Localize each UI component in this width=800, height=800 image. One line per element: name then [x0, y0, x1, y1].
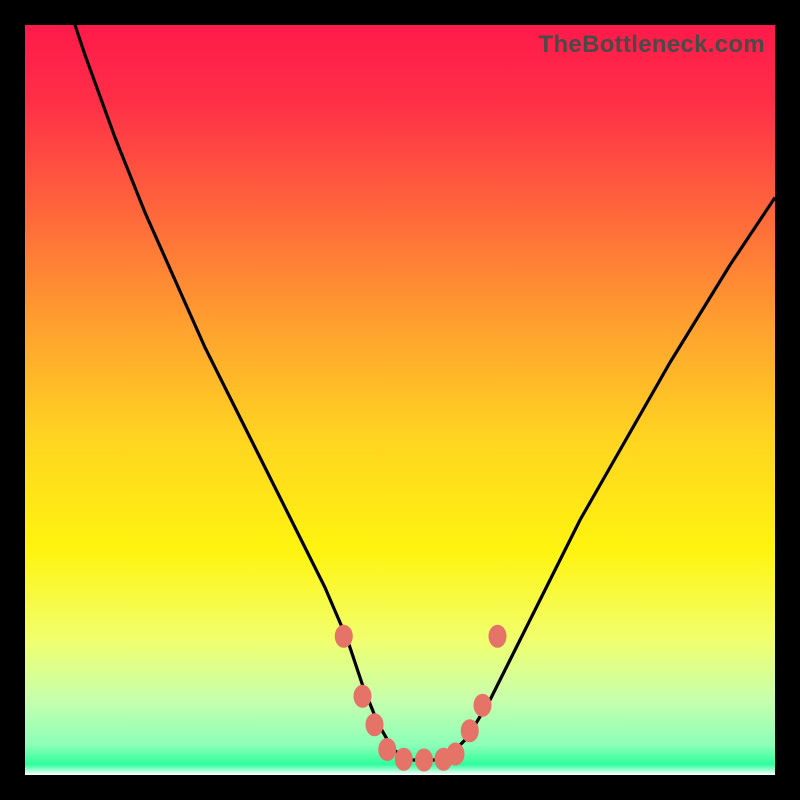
gradient-background: [25, 25, 775, 775]
bottleneck-chart-svg: [25, 25, 775, 775]
curve-marker: [335, 625, 352, 647]
curve-marker: [447, 743, 464, 765]
curve-marker: [416, 749, 433, 771]
curve-marker: [395, 748, 412, 770]
curve-marker: [354, 685, 371, 707]
watermark-text: TheBottleneck.com: [539, 31, 765, 59]
curve-marker: [461, 720, 478, 742]
chart-frame: TheBottleneck.com: [25, 25, 775, 775]
plot-area: TheBottleneck.com: [25, 25, 775, 775]
curve-marker: [489, 625, 506, 647]
curve-marker: [379, 739, 396, 761]
curve-marker: [366, 714, 383, 736]
curve-marker: [474, 694, 491, 716]
